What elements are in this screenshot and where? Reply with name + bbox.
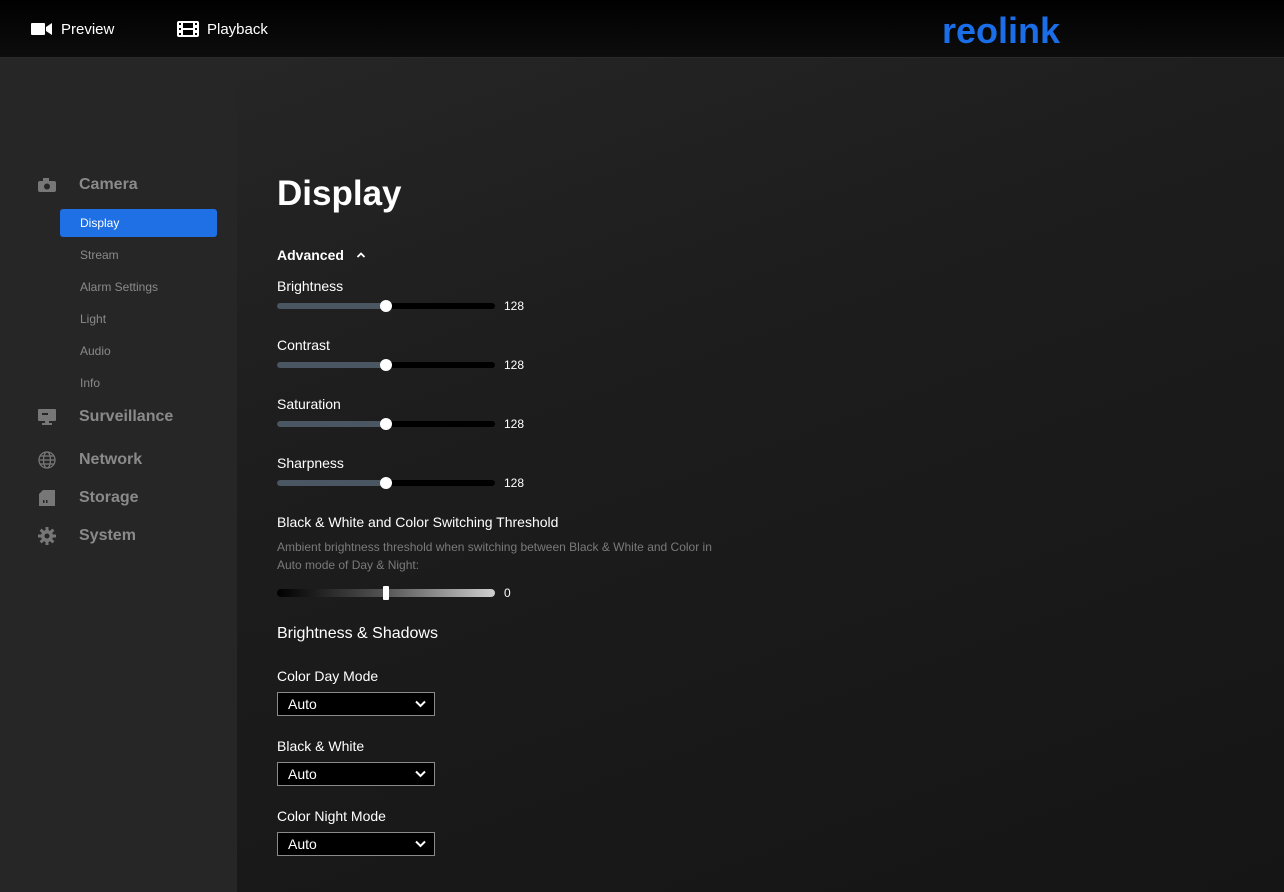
chevron-down-icon (415, 770, 426, 778)
select-value: Auto (288, 696, 317, 712)
sidebar: Camera Display Stream Alarm Settings Lig… (0, 58, 237, 892)
threshold-value: 0 (504, 586, 511, 600)
sidebar-section-system[interactable]: System (0, 520, 237, 552)
sidebar-item-info[interactable]: Info (60, 369, 217, 397)
globe-icon (37, 450, 57, 470)
brightness-label: Brightness (277, 278, 344, 294)
saturation-label: Saturation (277, 396, 341, 412)
sharpness-slider[interactable] (277, 477, 495, 489)
slider-fill (277, 480, 386, 486)
black-white-label: Black & White (277, 738, 365, 754)
select-value: Auto (288, 836, 317, 852)
sidebar-section-storage[interactable]: Storage (0, 482, 237, 514)
main-content: Display Advanced Brightness 128 Contrast… (237, 58, 1284, 892)
chevron-up-icon (356, 252, 366, 258)
color-day-mode-label: Color Day Mode (277, 668, 379, 684)
sidebar-section-label: Network (79, 451, 143, 468)
color-night-mode-select[interactable]: Auto (277, 832, 435, 856)
sidebar-item-stream[interactable]: Stream (60, 241, 217, 269)
gear-icon (37, 526, 57, 546)
sidebar-section-label: Camera (79, 176, 138, 193)
slider-thumb[interactable] (380, 477, 392, 489)
black-white-select[interactable]: Auto (277, 762, 435, 786)
slider-thumb[interactable] (380, 418, 392, 430)
brightness-shadows-heading: Brightness & Shadows (277, 625, 438, 642)
slider-thumb[interactable] (383, 586, 389, 600)
chevron-down-icon (415, 700, 426, 708)
film-icon (177, 18, 199, 40)
slider-fill (277, 362, 386, 368)
sharpness-label: Sharpness (277, 455, 344, 471)
sidebar-section-label: Storage (79, 489, 139, 506)
preview-label: Preview (61, 20, 115, 38)
video-camera-icon (31, 18, 53, 40)
chevron-down-icon (415, 840, 426, 848)
contrast-value: 128 (504, 358, 525, 372)
advanced-toggle[interactable]: Advanced (277, 247, 366, 263)
sidebar-item-display[interactable]: Display (60, 209, 217, 237)
slider-thumb[interactable] (380, 359, 392, 371)
threshold-description: Ambient brightness threshold when switch… (277, 540, 712, 572)
slider-fill (277, 303, 386, 309)
sd-card-icon (37, 488, 57, 508)
threshold-slider[interactable] (277, 586, 495, 600)
color-day-mode-select[interactable]: Auto (277, 692, 435, 716)
slider-fill (277, 421, 386, 427)
select-value: Auto (288, 766, 317, 782)
sidebar-section-camera[interactable]: Camera (0, 169, 237, 201)
sidebar-item-audio[interactable]: Audio (60, 337, 217, 365)
page-title: Display (277, 174, 402, 213)
contrast-label: Contrast (277, 337, 330, 353)
sidebar-section-surveillance[interactable]: Surveillance (0, 401, 237, 433)
advanced-label: Advanced (277, 247, 344, 263)
sidebar-section-label: System (79, 527, 136, 544)
top-bar: Preview Playback reolink (0, 0, 1284, 58)
slider-thumb[interactable] (380, 300, 392, 312)
monitor-icon (37, 407, 57, 427)
sharpness-value: 128 (504, 476, 525, 490)
brightness-slider[interactable] (277, 300, 495, 312)
brightness-value: 128 (504, 299, 525, 313)
sidebar-section-label: Surveillance (79, 408, 174, 425)
camera-icon (37, 175, 57, 195)
reolink-logo: reolink (942, 10, 1061, 50)
preview-tab[interactable]: Preview (31, 0, 114, 58)
sidebar-item-light[interactable]: Light (60, 305, 217, 333)
sidebar-section-network[interactable]: Network (0, 444, 237, 476)
contrast-slider[interactable] (277, 359, 495, 371)
saturation-value: 128 (504, 417, 525, 431)
saturation-slider[interactable] (277, 418, 495, 430)
playback-tab[interactable]: Playback (177, 0, 268, 58)
sidebar-item-alarm-settings[interactable]: Alarm Settings (60, 273, 217, 301)
svg-text:reolink: reolink (942, 10, 1061, 50)
playback-label: Playback (207, 20, 268, 38)
color-night-mode-label: Color Night Mode (277, 808, 386, 824)
threshold-title: Black & White and Color Switching Thresh… (277, 514, 559, 530)
